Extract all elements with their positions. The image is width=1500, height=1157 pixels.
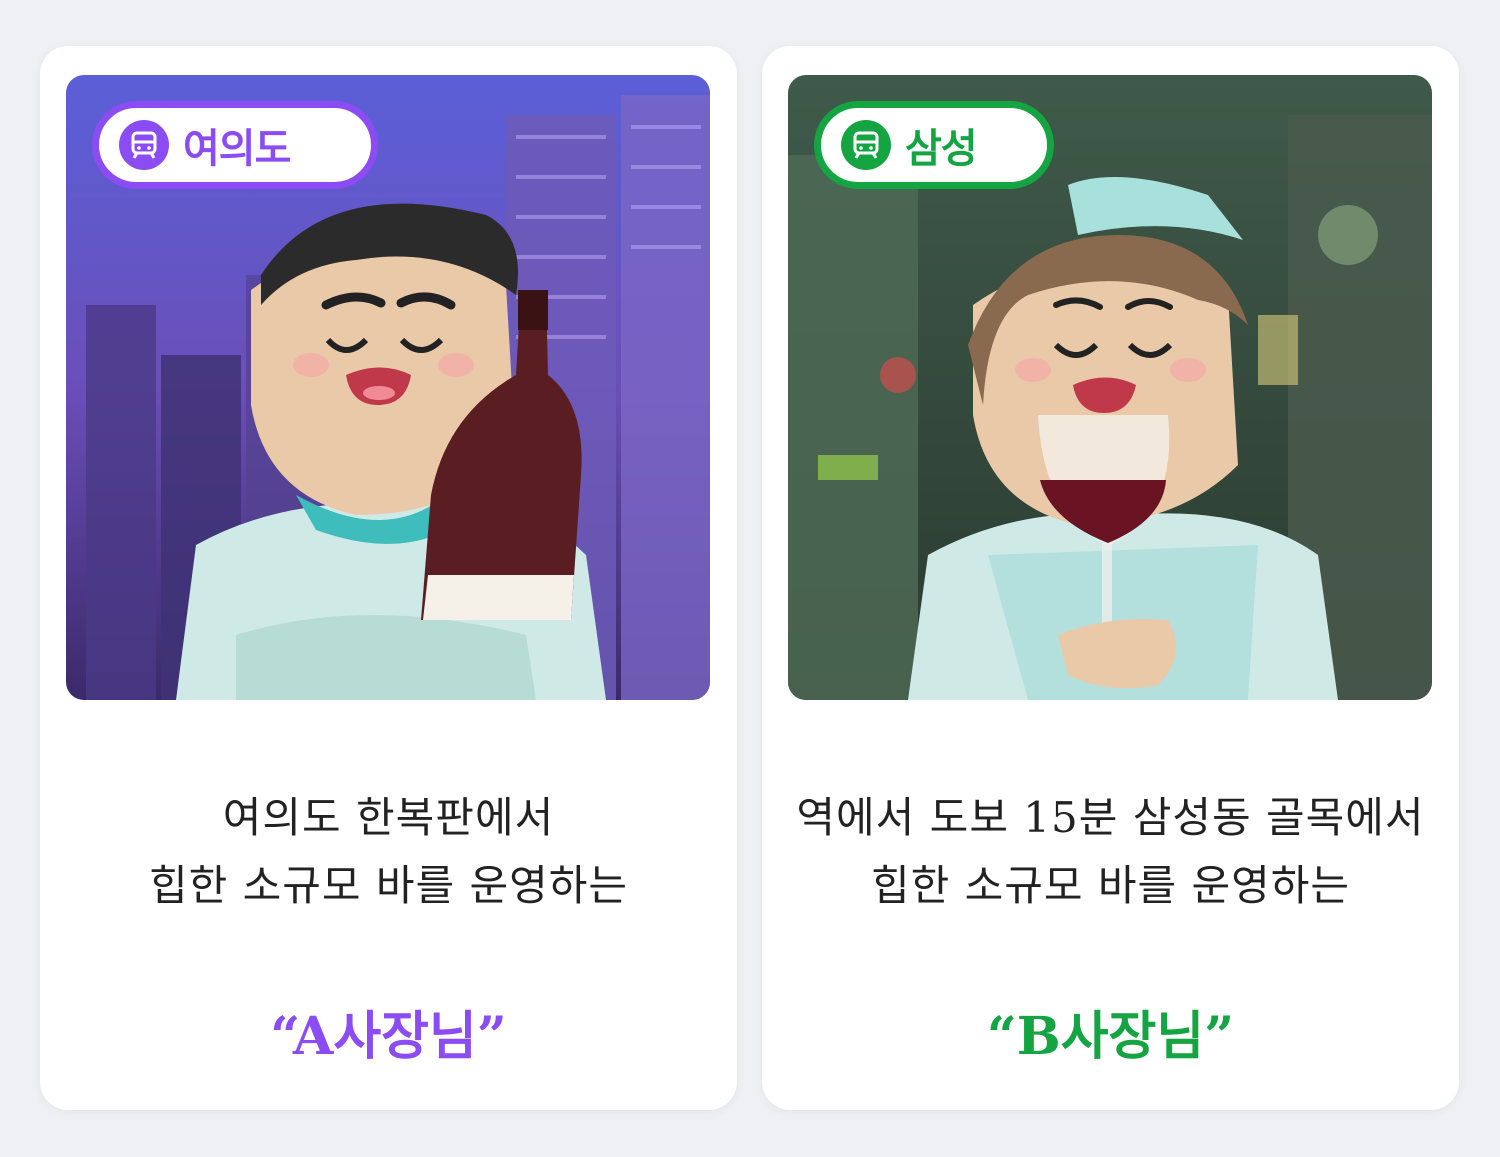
owner-card-b: 삼성 역에서 도보 15분 삼성동 골목에서 힙한 소규모 바를 운영하는 “B… bbox=[762, 46, 1459, 1110]
station-label: 삼성 bbox=[905, 126, 978, 172]
owner-name: “B사장님” bbox=[986, 1006, 1235, 1067]
subway-icon bbox=[841, 120, 891, 170]
caption-line-2: 힙한 소규모 바를 운영하는 bbox=[148, 861, 629, 910]
caption: 역에서 도보 15분 삼성동 골목에서 힙한 소규모 바를 운영하는 bbox=[762, 784, 1459, 920]
caption: 여의도 한복판에서 힙한 소규모 바를 운영하는 bbox=[40, 784, 737, 920]
station-badge: 여의도 bbox=[92, 101, 378, 189]
subway-icon bbox=[119, 120, 169, 170]
station-label: 여의도 bbox=[183, 126, 291, 172]
caption-line-2: 힙한 소규모 바를 운영하는 bbox=[870, 861, 1351, 910]
caption-line-1: 여의도 한복판에서 bbox=[222, 793, 555, 842]
caption-line-1: 역에서 도보 15분 삼성동 골목에서 bbox=[796, 793, 1425, 842]
owner-name: “A사장님” bbox=[270, 1006, 507, 1067]
station-badge: 삼성 bbox=[814, 101, 1054, 189]
owner-card-a: 여의도 여의도 한복판에서 힙한 소규모 바를 운영하는 “A사장님” bbox=[40, 46, 737, 1110]
